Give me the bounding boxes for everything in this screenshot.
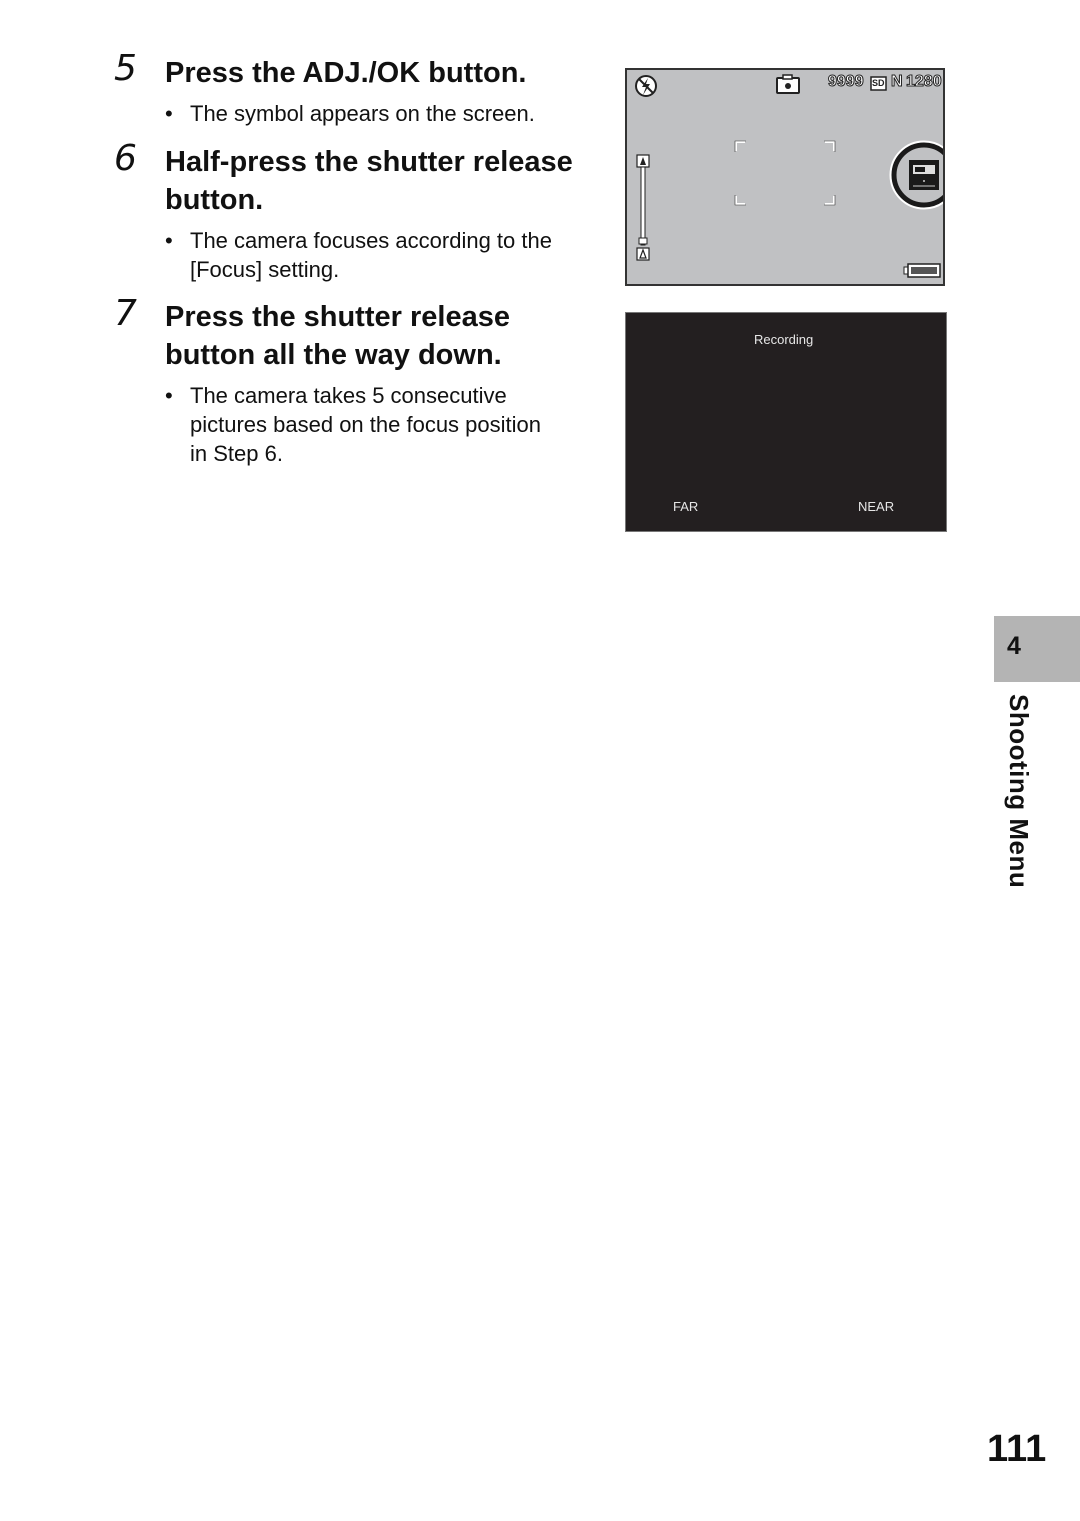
bullet-line: [Focus] setting. <box>190 257 340 282</box>
camera-mode-icon <box>776 74 800 94</box>
focus-bracket-icon <box>889 140 943 210</box>
near-label: NEAR <box>858 499 895 514</box>
bullet-line: in Step 6. <box>190 441 283 466</box>
far-label: FAR <box>673 499 699 514</box>
image-size-label: 1280 <box>906 73 943 91</box>
page-number: 111 <box>987 1428 1047 1470</box>
remaining-shots-count: 9999 <box>828 73 865 91</box>
bullet-line: The camera focuses according to the <box>190 228 552 253</box>
camera-screen: 9999 SD N 1280 <box>625 68 945 286</box>
bullet-dot: • <box>165 101 173 126</box>
chapter-number: 4 <box>1007 632 1021 660</box>
step-title-7: Press the shutter release button all the… <box>165 298 510 374</box>
bullet-dot: • <box>165 228 173 253</box>
bullet-dot: • <box>165 383 173 408</box>
step-title-6: Half-press the shutter release button. <box>165 143 573 219</box>
step-title-line: Half-press the shutter release <box>165 146 573 178</box>
af-frame-outline <box>734 140 836 206</box>
step-number-5: 5 <box>114 48 137 89</box>
step-number-7: 7 <box>114 293 137 334</box>
step-number-6: 6 <box>114 138 137 179</box>
battery-icon <box>903 263 941 278</box>
step-title-line: button. <box>165 184 264 216</box>
camera-screen-graphics <box>635 74 943 278</box>
step-7-bullet: • The camera takes 5 consecutive picture… <box>165 381 542 468</box>
quality-label: N <box>891 73 904 91</box>
recording-status: Recording <box>754 332 814 347</box>
step-5-bullet: • The symbol appears on the screen. <box>165 99 535 128</box>
bullet-line: pictures based on the focus position <box>190 412 542 437</box>
step-title-line: button all the way down. <box>165 339 502 371</box>
recording-screen: Recording FAR NEAR <box>625 312 947 532</box>
focus-scale-icon <box>636 154 650 261</box>
step-title-5: Press the ADJ./OK button. <box>165 54 526 92</box>
chapter-label: Shooting Menu <box>1004 694 1034 889</box>
step-title-line: Press the shutter release <box>165 301 510 333</box>
flash-off-icon <box>635 75 657 97</box>
bullet-line: The symbol appears on the screen. <box>190 101 535 126</box>
step-6-bullet: • The camera focuses according to the [F… <box>165 226 552 284</box>
step-title-line: Press the ADJ./OK button. <box>165 57 527 89</box>
storage-label: SD <box>872 78 885 88</box>
bullet-line: The camera takes 5 consecutive <box>190 383 507 408</box>
af-frame <box>735 141 835 205</box>
